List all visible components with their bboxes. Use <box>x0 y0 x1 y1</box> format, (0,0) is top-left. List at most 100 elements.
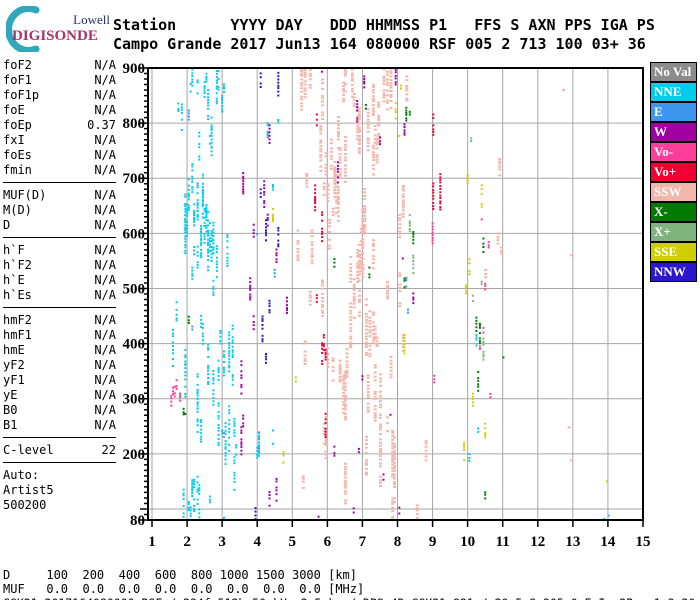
param-label: foEs <box>3 148 32 162</box>
param-value: N/A <box>94 148 116 162</box>
param-label: h`F <box>3 243 25 257</box>
param-label: h`E <box>3 273 25 287</box>
lowell-digisonde-logo: Lowell DIGISONDE <box>5 5 114 54</box>
param-label: h`Es <box>3 288 32 302</box>
legend-item-nne: NNE <box>650 82 697 102</box>
param-value: N/A <box>94 418 116 432</box>
param-row: MUF(D) N/A <box>3 188 116 203</box>
param-value: N/A <box>94 88 116 102</box>
param-label: hmE <box>3 343 25 357</box>
param-label: MUF(D) <box>3 188 47 202</box>
param-label: foF1p <box>3 88 40 102</box>
param-row: h`Es N/A <box>3 288 116 303</box>
legend-item-sse: SSE <box>650 242 697 262</box>
param-value: N/A <box>94 343 116 357</box>
svg-text:6: 6 <box>324 534 332 550</box>
svg-text:900: 900 <box>123 61 146 77</box>
param-label: C-level <box>3 443 54 457</box>
param-row: hmE N/A <box>3 343 116 358</box>
svg-text:7: 7 <box>359 534 367 550</box>
param-label: fmin <box>3 163 32 177</box>
svg-text:700: 700 <box>123 171 146 187</box>
legend-item-x-: X+ <box>650 222 697 242</box>
param-row: fmin N/A <box>3 163 116 178</box>
param-row: foEp 0.37 <box>3 118 116 133</box>
svg-text:400: 400 <box>123 337 146 353</box>
param-label: foF2 <box>3 58 32 72</box>
param-row: hmF1 N/A <box>3 328 116 343</box>
param-label: D <box>3 218 11 232</box>
param-row: yE N/A <box>3 388 116 403</box>
autoscale-info-line: Auto: <box>3 468 40 482</box>
param-row: foF1p N/A <box>3 88 116 103</box>
param-value: N/A <box>94 373 116 387</box>
autoscale-info-line: Artist5 <box>3 483 54 497</box>
param-label: hmF2 <box>3 313 32 327</box>
param-separator <box>3 307 116 308</box>
legend-item-nnw: NNW <box>650 262 697 282</box>
svg-text:80: 80 <box>130 513 145 529</box>
header-field-values: Campo Grande 2017 Jun13 164 080000 RSF 0… <box>113 35 646 53</box>
param-value: N/A <box>94 358 116 372</box>
file-info-footer: CGK21_2017164080000.RSF / 284fx512h 50 k… <box>3 596 695 600</box>
svg-text:500: 500 <box>123 282 146 298</box>
param-row: hmF2 N/A <box>3 313 116 328</box>
param-value: N/A <box>94 273 116 287</box>
legend-item-w: W <box>650 122 697 142</box>
autoscale-info-line: 500200 <box>3 498 47 512</box>
digisonde-ionogram-window: 1 2 3 4 5 6 7 8 9 10 11 12 13 14 15 900 800 700 600 500 400 3… <box>0 0 700 600</box>
svg-text:300: 300 <box>123 392 146 408</box>
param-value: N/A <box>94 133 116 147</box>
param-separator <box>3 237 116 238</box>
param-value: N/A <box>94 388 116 402</box>
param-row: fxI N/A <box>3 133 116 148</box>
svg-text:13: 13 <box>565 534 580 550</box>
legend-item-vo-: Vo- <box>650 142 697 162</box>
param-label: foEp <box>3 118 32 132</box>
param-label: yF2 <box>3 358 25 372</box>
svg-text:14: 14 <box>600 534 616 550</box>
param-label: h`F2 <box>3 258 32 272</box>
logo-digisonde-text: DIGISONDE <box>12 28 98 44</box>
parameter-readout-panel: foF2 N/A foF1 N/A foF1p N/A foE N/A foEp 0.37 fxI N… <box>3 58 116 513</box>
param-label: foE <box>3 103 25 117</box>
param-row: foF2 N/A <box>3 58 116 73</box>
param-value: N/A <box>94 243 116 257</box>
logo-lowell-text: Lowell <box>73 12 110 27</box>
svg-text:5: 5 <box>289 534 297 550</box>
param-value: N/A <box>94 103 116 117</box>
param-value: N/A <box>94 73 116 87</box>
param-row: D N/A <box>3 218 116 233</box>
svg-text:12: 12 <box>530 534 545 550</box>
param-value: N/A <box>94 203 116 217</box>
header-field-names: Station YYYY DAY DDD HHMMSS P1 FFS S AXN… <box>113 16 655 34</box>
param-value: N/A <box>94 313 116 327</box>
param-label: yE <box>3 388 18 402</box>
param-label: foF1 <box>3 73 32 87</box>
svg-text:600: 600 <box>123 226 146 242</box>
param-value: N/A <box>94 188 116 202</box>
svg-text:15: 15 <box>636 534 651 550</box>
muf-values-row: MUF 0.0 0.0 0.0 0.0 0.0 0.0 0.0 0.0 [MHz… <box>3 582 365 596</box>
svg-text:11: 11 <box>496 534 510 550</box>
param-row: yF2 N/A <box>3 358 116 373</box>
legend-item-no-val: No Val <box>650 62 697 82</box>
svg-text:10: 10 <box>460 534 475 550</box>
svg-text:3: 3 <box>218 534 226 550</box>
param-row: h`E N/A <box>3 273 116 288</box>
param-label: hmF1 <box>3 328 32 342</box>
param-value: N/A <box>94 58 116 72</box>
svg-text:8: 8 <box>394 534 402 550</box>
param-row: foF1 N/A <box>3 73 116 88</box>
param-separator <box>3 437 116 438</box>
legend-item-x-: X- <box>650 202 697 222</box>
param-row: foE N/A <box>3 103 116 118</box>
param-row: M(D) N/A <box>3 203 116 218</box>
param-label: B0 <box>3 403 18 417</box>
direction-color-legend: No Val NNE E W Vo- Vo+ SSW X- X+ SSE NNW <box>650 62 697 282</box>
param-value: 22 <box>101 443 116 457</box>
svg-text:800: 800 <box>123 116 146 132</box>
param-row: B0 N/A <box>3 403 116 418</box>
legend-item-vo-: Vo+ <box>650 162 697 182</box>
d-distance-row: D 100 200 400 600 800 1000 1500 3000 [km… <box>3 568 358 582</box>
